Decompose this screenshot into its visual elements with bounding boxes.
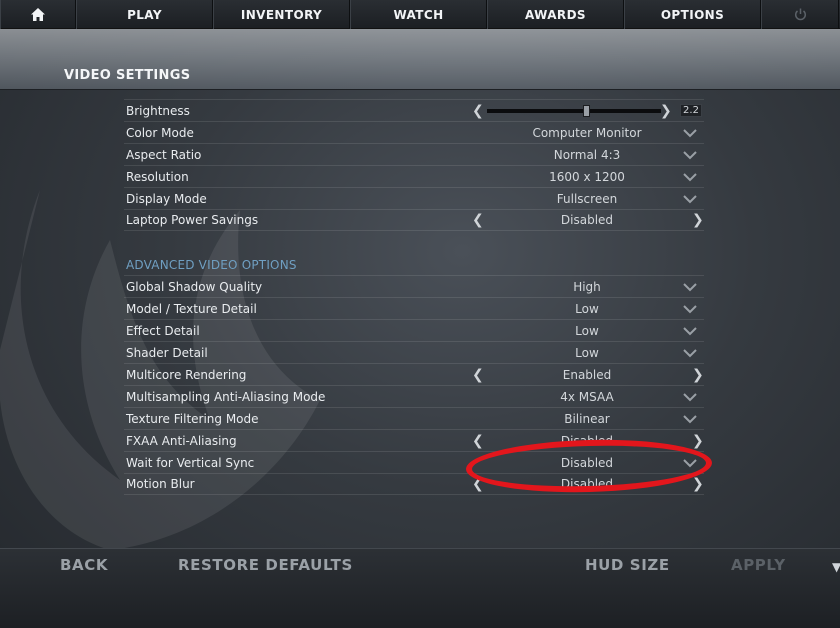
- title-divider: [0, 89, 840, 90]
- arrow-right-icon[interactable]: ❯: [692, 474, 704, 494]
- nav-tab-play[interactable]: PLAY: [76, 0, 213, 29]
- setting-label: Model / Texture Detail: [126, 301, 257, 316]
- setting-value[interactable]: Bilinear: [487, 412, 687, 426]
- setting-value[interactable]: Disabled: [487, 213, 687, 227]
- setting-row[interactable]: Motion Blur ❮ Disabled ❯: [124, 473, 704, 495]
- chevron-down-icon[interactable]: [683, 348, 697, 358]
- arrow-right-icon[interactable]: ❯: [692, 210, 704, 230]
- setting-row[interactable]: Effect Detail Low: [124, 319, 704, 341]
- setting-label: Aspect Ratio: [126, 147, 202, 162]
- setting-row[interactable]: Texture Filtering Mode Bilinear: [124, 407, 704, 429]
- video-settings-list: Brightness ❮ ❯ 2.2 Color Mode Computer Monito…: [124, 99, 704, 495]
- setting-row[interactable]: FXAA Anti-Aliasing ❮ Disabled ❯: [124, 429, 704, 451]
- arrow-left-icon[interactable]: ❮: [472, 474, 484, 494]
- setting-value[interactable]: 1600 x 1200: [487, 170, 687, 184]
- setting-row[interactable]: Display Mode Fullscreen: [124, 187, 704, 209]
- setting-value[interactable]: Fullscreen: [487, 192, 687, 206]
- setting-label: Global Shadow Quality: [126, 279, 263, 294]
- setting-label: Resolution: [126, 169, 189, 184]
- arrow-left-icon[interactable]: ❮: [472, 431, 484, 451]
- advanced-section-heading: ADVANCED VIDEO OPTIONS: [126, 258, 297, 272]
- setting-label: Brightness: [126, 103, 190, 118]
- arrow-left-icon[interactable]: ❮: [472, 365, 484, 385]
- brightness-slider-handle[interactable]: [583, 105, 590, 117]
- setting-label: Laptop Power Savings: [126, 213, 259, 227]
- nav-power-button[interactable]: [761, 0, 839, 29]
- top-nav: PLAY INVENTORY WATCH AWARDS OPTIONS: [0, 0, 840, 29]
- chevron-down-icon[interactable]: [683, 304, 697, 314]
- setting-row[interactable]: Global Shadow Quality High: [124, 275, 704, 297]
- setting-row[interactable]: Model / Texture Detail Low: [124, 297, 704, 319]
- setting-row[interactable]: Aspect Ratio Normal 4:3: [124, 143, 704, 165]
- bottom-bar: [0, 548, 840, 628]
- setting-value[interactable]: Low: [487, 346, 687, 360]
- home-icon: [31, 8, 45, 21]
- chevron-down-icon[interactable]: [683, 414, 697, 424]
- chevron-down-icon[interactable]: [683, 172, 697, 182]
- setting-label: Multisampling Anti-Aliasing Mode: [126, 389, 326, 404]
- nav-tab-awards[interactable]: AWARDS: [487, 0, 624, 29]
- setting-value[interactable]: Computer Monitor: [487, 126, 687, 140]
- setting-row[interactable]: Multicore Rendering ❮ Enabled ❯: [124, 363, 704, 385]
- nav-tab-watch[interactable]: WATCH: [350, 0, 487, 29]
- hud-size-button[interactable]: HUD SIZE: [585, 556, 670, 574]
- chevron-down-icon[interactable]: [683, 194, 697, 204]
- setting-value[interactable]: Low: [487, 302, 687, 316]
- setting-row[interactable]: Brightness ❮ ❯ 2.2: [124, 99, 704, 121]
- brightness-slider-track[interactable]: [487, 109, 661, 113]
- chevron-down-icon[interactable]: [683, 282, 697, 292]
- corner-arrow-icon: ▼: [832, 560, 840, 574]
- setting-value[interactable]: Disabled: [487, 434, 687, 448]
- setting-label: Multicore Rendering: [126, 367, 247, 382]
- restore-defaults-button[interactable]: RESTORE DEFAULTS: [178, 556, 353, 574]
- arrow-right-icon[interactable]: ❯: [692, 431, 704, 451]
- power-icon: [794, 8, 806, 21]
- setting-label: Effect Detail: [126, 323, 200, 338]
- setting-value[interactable]: Low: [487, 324, 687, 338]
- setting-value[interactable]: Disabled: [487, 477, 687, 491]
- setting-label: Color Mode: [126, 125, 194, 140]
- chevron-down-icon[interactable]: [683, 392, 697, 402]
- setting-row[interactable]: Multisampling Anti-Aliasing Mode 4x MSAA: [124, 385, 704, 407]
- chevron-down-icon[interactable]: [683, 326, 697, 336]
- setting-row[interactable]: Shader Detail Low: [124, 341, 704, 363]
- nav-tab-inventory[interactable]: INVENTORY: [213, 0, 350, 29]
- nav-tab-options[interactable]: OPTIONS: [624, 0, 761, 29]
- arrow-left-icon[interactable]: ❮: [472, 210, 484, 230]
- setting-row[interactable]: Color Mode Computer Monitor: [124, 121, 704, 143]
- setting-value[interactable]: Disabled: [487, 456, 687, 470]
- setting-value[interactable]: Normal 4:3: [487, 148, 687, 162]
- apply-button[interactable]: APPLY: [731, 556, 786, 574]
- setting-row[interactable]: Resolution 1600 x 1200: [124, 165, 704, 187]
- setting-label: Motion Blur: [126, 477, 195, 491]
- setting-value[interactable]: Enabled: [487, 368, 687, 382]
- arrow-right-icon[interactable]: ❯: [660, 101, 672, 121]
- setting-value[interactable]: High: [487, 280, 687, 294]
- chevron-down-icon[interactable]: [683, 150, 697, 160]
- arrow-right-icon[interactable]: ❯: [692, 365, 704, 385]
- setting-label: Display Mode: [126, 191, 207, 206]
- back-button[interactable]: BACK: [60, 556, 108, 574]
- chevron-down-icon[interactable]: [683, 128, 697, 138]
- brightness-value[interactable]: 2.2: [680, 104, 702, 117]
- arrow-left-icon[interactable]: ❮: [472, 101, 484, 121]
- setting-row[interactable]: Laptop Power Savings ❮ Disabled ❯: [124, 209, 704, 231]
- page-title: VIDEO SETTINGS: [64, 68, 191, 83]
- setting-label: Shader Detail: [126, 345, 208, 360]
- setting-label: Wait for Vertical Sync: [126, 455, 255, 470]
- chevron-down-icon[interactable]: [683, 458, 697, 468]
- setting-label: Texture Filtering Mode: [126, 411, 259, 426]
- nav-home-button[interactable]: [0, 0, 76, 29]
- setting-row[interactable]: Wait for Vertical Sync Disabled: [124, 451, 704, 473]
- setting-value[interactable]: 4x MSAA: [487, 390, 687, 404]
- setting-label: FXAA Anti-Aliasing: [126, 433, 237, 448]
